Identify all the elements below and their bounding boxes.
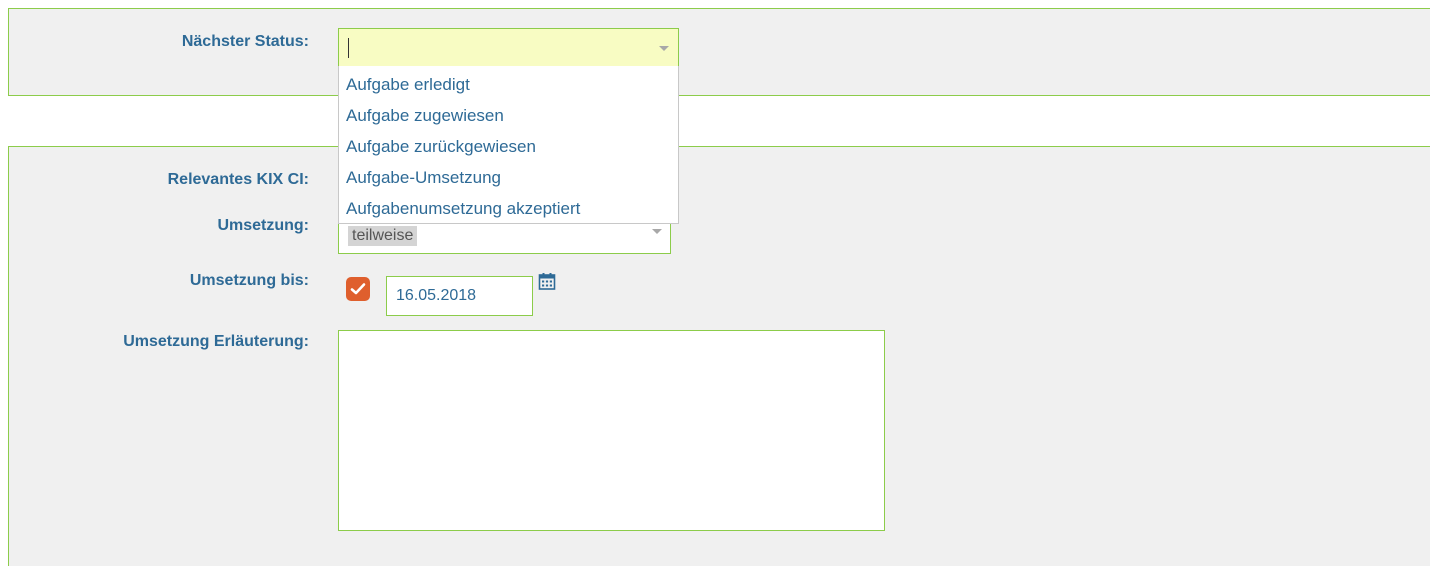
text-cursor — [348, 38, 349, 58]
next-status-select[interactable] — [338, 28, 679, 67]
next-status-options-list: Aufgabe erledigt Aufgabe zugewiesen Aufg… — [338, 66, 679, 224]
option-aufgabenumsetzung-akzeptiert[interactable]: Aufgabenumsetzung akzeptiert — [339, 193, 678, 224]
option-aufgabe-erledigt[interactable]: Aufgabe erledigt — [339, 69, 678, 100]
umsetzung-bis-label: Umsetzung bis: — [189, 272, 309, 289]
umsetzung-label: Umsetzung: — [217, 217, 309, 234]
erlaeuterung-textarea[interactable] — [338, 330, 885, 531]
umsetzung-bis-checkbox[interactable] — [346, 277, 370, 301]
umsetzung-bis-date-input[interactable]: 16.05.2018 — [386, 276, 533, 316]
option-aufgabe-zugewiesen[interactable]: Aufgabe zugewiesen — [339, 100, 678, 131]
check-icon — [350, 283, 366, 295]
next-status-label: Nächster Status: — [181, 33, 309, 50]
erlaeuterung-label: Umsetzung Erläuterung: — [123, 333, 309, 350]
chevron-down-icon[interactable] — [652, 229, 662, 234]
option-aufgabe-umsetzung[interactable]: Aufgabe-Umsetzung — [339, 162, 678, 193]
chevron-down-icon[interactable] — [659, 46, 669, 51]
option-aufgabe-zurueckgewiesen[interactable]: Aufgabe zurückgewiesen — [339, 131, 678, 162]
umsetzung-selected-tag[interactable]: teilweise — [348, 226, 418, 246]
calendar-icon[interactable] — [538, 272, 556, 290]
relevant-ci-label: Relevantes KIX CI: — [167, 171, 309, 188]
next-status-panel — [8, 8, 1430, 96]
